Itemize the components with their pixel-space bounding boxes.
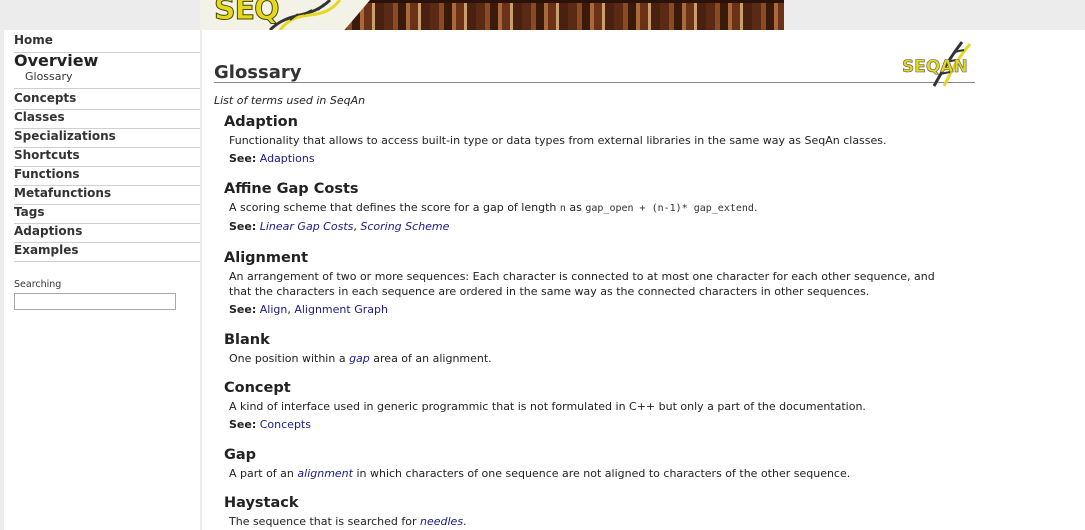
glossary-entry-blank: Blank One position within a gap area of … (224, 332, 984, 366)
def-text: area of an alignment. (369, 352, 492, 365)
see-also-affine-gap-costs: See: Linear Gap Costs, Scoring Scheme (229, 220, 984, 234)
link-adaptions[interactable]: Adaptions (260, 152, 315, 165)
definition-alignment: An arrangement of two or more sequences:… (229, 269, 984, 299)
link-gap[interactable]: gap (349, 352, 370, 365)
term-adaption: Adaption (224, 114, 298, 130)
nav-metafunctions[interactable]: Metafunctions (14, 186, 200, 205)
see-label: See: (229, 303, 257, 316)
intro-text: List of terms used in SeqAn (214, 94, 366, 107)
nav-home-label: Home (14, 33, 53, 47)
definition-adaption: Functionality that allows to access buil… (229, 134, 887, 147)
nav-adaptions[interactable]: Adaptions (14, 224, 200, 243)
term-blank: Blank (224, 332, 270, 348)
nav-concepts-label: Concepts (14, 91, 77, 105)
see-label: See: (229, 220, 257, 233)
see-also-concept: See: Concepts (229, 418, 984, 432)
nav-examples[interactable]: Examples (14, 243, 200, 262)
glossary-entry-alignment: Alignment An arrangement of two or more … (224, 250, 984, 317)
nav-specializations[interactable]: Specializations (14, 129, 200, 148)
term-gap: Gap (224, 447, 257, 463)
nav-specializations-label: Specializations (14, 129, 116, 143)
banner-logo[interactable]: SEQ (200, 0, 370, 30)
seqan-logo[interactable]: SEQAN (900, 38, 974, 88)
nav-adaptions-label: Adaptions (14, 224, 83, 238)
glossary-entry-concept: Concept A kind of interface used in gene… (224, 380, 984, 432)
search-input[interactable] (14, 293, 176, 310)
link-scoring-scheme[interactable]: Scoring Scheme (360, 220, 449, 233)
see-label: See: (229, 152, 257, 165)
nav-classes-label: Classes (14, 110, 65, 124)
glossary-entry-affine-gap-costs: Affine Gap Costs A scoring scheme that d… (224, 181, 984, 234)
def-text: in which characters of one sequence are … (352, 467, 851, 480)
def-text: The sequence that is searched for (229, 515, 420, 528)
nav-tags[interactable]: Tags (14, 205, 200, 224)
see-also-adaption: See: Adaptions (229, 152, 984, 166)
def-text: One position within a (229, 352, 350, 365)
title-divider (214, 82, 975, 83)
link-concepts[interactable]: Concepts (260, 418, 311, 431)
definition-haystack: The sequence that is searched for needle… (229, 514, 984, 529)
nav-glossary-label: Glossary (25, 70, 73, 83)
nav-functions[interactable]: Functions (14, 167, 200, 186)
def-text: A part of an (229, 467, 298, 480)
link-linear-gap-costs[interactable]: Linear Gap Costs (260, 220, 354, 233)
def-text: . (463, 515, 467, 528)
dna-helix-icon (268, 0, 342, 30)
sidebar: Home Overview Glossary Concepts Classes … (4, 30, 200, 530)
term-concept: Concept (224, 380, 291, 396)
nav-examples-label: Examples (14, 243, 79, 257)
nav-shortcuts[interactable]: Shortcuts (14, 148, 200, 167)
code-formula: gap_open + (n-1)* gap_extend (585, 203, 754, 214)
link-alignment[interactable]: alignment (297, 467, 353, 480)
link-needles[interactable]: needles (420, 515, 463, 528)
definition-concept: A kind of interface used in generic prog… (229, 400, 866, 413)
term-haystack: Haystack (224, 495, 299, 511)
see-also-alignment: See: Align, Alignment Graph (229, 303, 984, 317)
term-alignment: Alignment (224, 250, 309, 266)
def-line-1: An arrangement of two or more sequences:… (229, 270, 935, 283)
def-text: . (753, 201, 758, 214)
nav-home[interactable]: Home (14, 33, 200, 53)
link-align[interactable]: Align (260, 303, 288, 316)
def-text: A scoring scheme that defines the score … (229, 201, 560, 214)
seqan-logo-text: SEQAN (902, 57, 968, 77)
main-content: Glossary SEQAN List of terms used in Seq… (202, 30, 1085, 530)
term-affine-gap-costs: Affine Gap Costs (224, 181, 359, 197)
glossary-entry-adaption: Adaption Functionality that allows to ac… (224, 114, 984, 166)
header-banner: SEQ (200, 0, 784, 30)
glossary-entry-gap: Gap A part of an alignment in which char… (224, 447, 984, 481)
see-label: See: (229, 418, 257, 431)
nav-tags-label: Tags (14, 205, 45, 219)
nav-glossary[interactable]: Glossary (25, 70, 73, 83)
link-alignment-graph[interactable]: Alignment Graph (294, 303, 388, 316)
nav-concepts[interactable]: Concepts (14, 91, 200, 110)
nav-overview-label: Overview (14, 51, 99, 70)
def-text: as (565, 201, 586, 214)
nav-divider (14, 88, 200, 89)
nav-metafunctions-label: Metafunctions (14, 186, 112, 200)
nav-functions-label: Functions (14, 167, 80, 181)
definition-affine-gap-costs: A scoring scheme that defines the score … (229, 200, 984, 216)
page-title: Glossary (214, 62, 302, 83)
nav-shortcuts-label: Shortcuts (14, 148, 80, 162)
def-line-2: that the characters in each sequence are… (229, 285, 870, 298)
glossary-entry-haystack: Haystack The sequence that is searched f… (224, 495, 984, 529)
nav-classes[interactable]: Classes (14, 110, 200, 129)
definition-blank: One position within a gap area of an ali… (229, 351, 984, 366)
definition-gap: A part of an alignment in which characte… (229, 466, 984, 481)
search-label: Searching (14, 279, 62, 290)
